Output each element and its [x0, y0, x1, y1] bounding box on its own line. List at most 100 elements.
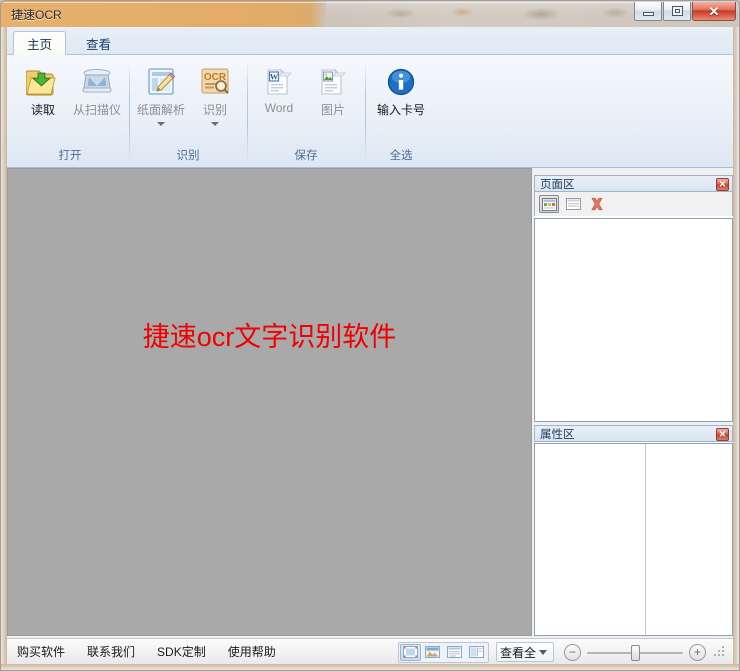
- resize-grip[interactable]: [713, 645, 727, 659]
- image-doc-icon: [316, 65, 350, 99]
- split-view-icon: [469, 646, 484, 658]
- info-circle-icon: [385, 65, 417, 99]
- zoom-out-button[interactable]: −: [564, 643, 581, 661]
- delete-x-icon: [591, 197, 603, 211]
- pages-panel-body[interactable]: [534, 218, 733, 422]
- scanner-icon: [80, 65, 114, 99]
- view-mode-text[interactable]: [444, 644, 465, 661]
- zoom-in-button[interactable]: +: [689, 643, 706, 661]
- maximize-icon: [671, 6, 683, 16]
- close-icon: ✕: [718, 429, 727, 439]
- text-view-icon: [447, 646, 462, 658]
- minimize-icon: [642, 11, 654, 16]
- title-bar-highlight: [2, 2, 738, 3]
- from-scanner-button[interactable]: 从扫描仪: [71, 61, 123, 119]
- ribbon-tabstrip: 主页 查看: [7, 27, 733, 55]
- pages-panel-toolbar: [534, 192, 733, 216]
- ribbon-group-open-label: 打开: [58, 150, 82, 162]
- page-analysis-button[interactable]: 纸面解析: [135, 61, 187, 127]
- read-button-label: 读取: [30, 103, 55, 117]
- thumbnail-grid-icon: [541, 197, 557, 211]
- minus-icon: −: [568, 645, 576, 659]
- list-view-button[interactable]: [563, 195, 583, 213]
- save-image-button-label: 图片: [320, 103, 345, 117]
- ribbon-group-recognize: 纸面解析 OCR 识别 识别: [129, 57, 247, 165]
- open-folder-icon: [26, 65, 60, 99]
- canvas-watermark: 捷速ocr文字识别软件: [142, 321, 397, 352]
- ribbon-group-save: W Word 图片 保存: [247, 57, 365, 165]
- save-word-button[interactable]: W Word: [253, 61, 305, 116]
- window-frame-right: [733, 27, 739, 670]
- plus-icon: +: [693, 645, 701, 659]
- view-mode-buttons: [398, 641, 489, 663]
- maximize-button[interactable]: [663, 2, 691, 21]
- tab-home[interactable]: 主页: [13, 31, 67, 55]
- properties-panel-titlebar: 属性区 ✕: [534, 425, 733, 442]
- ribbon-group-save-label: 保存: [294, 150, 318, 162]
- ribbon-group-open: 读取 从扫描仪 打开: [11, 57, 129, 165]
- enter-card-number-button[interactable]: 输入卡号: [371, 61, 431, 119]
- word-doc-icon: W: [262, 65, 296, 99]
- close-icon: ✕: [718, 179, 727, 189]
- tab-home-label: 主页: [27, 37, 53, 52]
- close-icon: ✕: [708, 3, 720, 19]
- image-view-icon: [425, 646, 440, 658]
- properties-panel-close-button[interactable]: ✕: [716, 428, 729, 441]
- page-analysis-icon: [145, 65, 177, 99]
- tab-view-label: 查看: [86, 37, 112, 52]
- thumbnail-view-button[interactable]: [539, 195, 559, 213]
- client-area: 主页 查看 读取 从扫描仪 打开 纸面解析 OCR 识别 识别 W Word 图…: [0, 27, 740, 671]
- close-button[interactable]: ✕: [692, 2, 736, 21]
- view-mode-single[interactable]: [400, 643, 421, 661]
- page-analysis-dropdown-caret[interactable]: [157, 122, 165, 126]
- title-bar[interactable]: 捷速OCR ✕: [0, 0, 740, 27]
- list-view-icon: [565, 198, 581, 210]
- save-image-button[interactable]: 图片: [307, 61, 359, 119]
- ribbon-group-selectall-items: 输入卡号: [371, 57, 431, 147]
- ribbon-group-recognize-label: 识别: [176, 150, 200, 162]
- pages-panel-close-button[interactable]: ✕: [716, 178, 729, 191]
- ribbon-group-save-items: W Word 图片: [253, 57, 359, 147]
- page-analysis-button-label: 纸面解析: [137, 103, 186, 117]
- right-panel-column: 页面区 ✕ 属性区 ✕: [534, 168, 733, 636]
- main-area: 捷速ocr文字识别软件 页面区 ✕ 属性区 ✕: [7, 168, 733, 636]
- view-scale-select[interactable]: 查看全: [496, 642, 554, 662]
- help-link[interactable]: 使用帮助: [228, 643, 276, 660]
- ribbon-group-selectall-label: 全选: [389, 150, 413, 162]
- document-canvas[interactable]: 捷速ocr文字识别软件: [7, 168, 532, 636]
- tab-view[interactable]: 查看: [73, 31, 124, 55]
- ocr-icon: OCR: [199, 65, 231, 99]
- sdk-customization-link[interactable]: SDK定制: [157, 643, 206, 660]
- delete-page-button[interactable]: [587, 195, 607, 213]
- view-mode-split[interactable]: [466, 644, 487, 661]
- properties-panel-body[interactable]: [534, 443, 733, 636]
- save-word-button-label: Word: [264, 101, 294, 115]
- zoom-control: − +: [564, 643, 706, 661]
- zoom-slider-thumb[interactable]: [631, 644, 640, 661]
- zoom-slider[interactable]: [587, 644, 683, 661]
- caption-buttons: ✕: [634, 2, 736, 21]
- chevron-down-icon: [539, 649, 548, 655]
- status-bar-right: 查看全 − +: [398, 639, 727, 665]
- minimize-button[interactable]: [634, 2, 662, 21]
- status-bar-links: 购买软件 联系我们 SDK定制 使用帮助: [7, 643, 276, 660]
- recognize-button[interactable]: OCR 识别: [189, 61, 241, 127]
- pages-panel-titlebar: 页面区 ✕: [534, 175, 733, 192]
- svg-text:W: W: [270, 71, 279, 81]
- ribbon-group-open-items: 读取 从扫描仪: [17, 57, 123, 147]
- ribbon-panel: 读取 从扫描仪 打开 纸面解析 OCR 识别 识别 W Word 图片 保存 输…: [7, 55, 733, 168]
- buy-software-link[interactable]: 购买软件: [17, 643, 65, 660]
- single-page-view-icon: [403, 646, 418, 658]
- pages-panel: 页面区 ✕: [534, 175, 733, 422]
- contact-us-link[interactable]: 联系我们: [87, 643, 135, 660]
- properties-column-divider[interactable]: [645, 444, 646, 635]
- properties-panel-title: 属性区: [540, 428, 575, 441]
- view-mode-image[interactable]: [422, 644, 443, 661]
- ribbon-group-selectall: 输入卡号 全选: [365, 57, 437, 165]
- application-window: 捷速OCR ✕ 主页 查看 读取 从扫描仪 打开 纸面解析 OCR 识别 识别 …: [0, 0, 740, 671]
- read-button[interactable]: 读取: [17, 61, 69, 119]
- recognize-dropdown-caret[interactable]: [211, 122, 219, 126]
- window-title: 捷速OCR: [11, 8, 62, 22]
- from-scanner-button-label: 从扫描仪: [73, 103, 122, 117]
- ribbon-groups: 读取 从扫描仪 打开 纸面解析 OCR 识别 识别 W Word 图片 保存 输…: [11, 57, 437, 165]
